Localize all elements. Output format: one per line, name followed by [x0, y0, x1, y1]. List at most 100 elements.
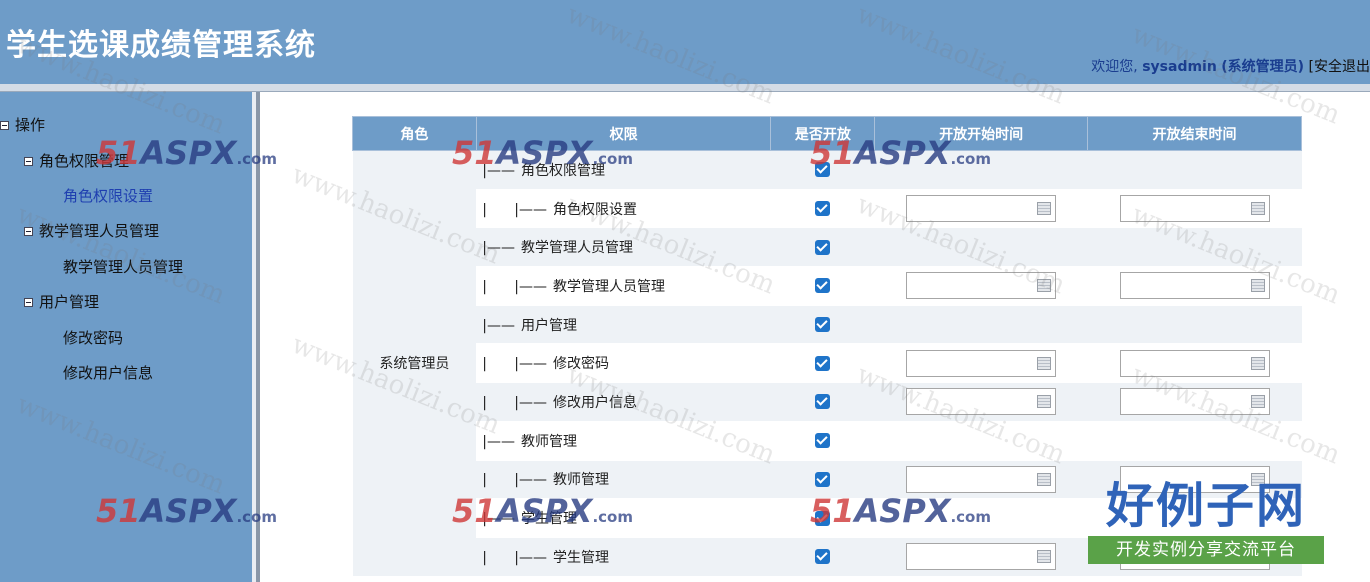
- tree-pipe: |: [482, 201, 487, 218]
- app-title: 学生选课成绩管理系统: [6, 28, 316, 63]
- start-date-input[interactable]: [906, 388, 1057, 416]
- calendar-icon[interactable]: [1250, 202, 1265, 216]
- calendar-icon[interactable]: [1250, 279, 1265, 293]
- calendar-icon[interactable]: [1037, 356, 1052, 370]
- end-time-cell: [1087, 460, 1302, 500]
- end-time-cell: [1087, 421, 1302, 461]
- grid-header-row: 角色 权限 是否开放 开放开始时间 开放结束时间: [352, 116, 1302, 151]
- start-time-cell: [874, 382, 1088, 422]
- start-date-input[interactable]: [906, 465, 1057, 493]
- end-time-cell: [1087, 343, 1302, 384]
- tree-group-label: 用户管理: [39, 293, 100, 311]
- sidebar-item-edit-user-info[interactable]: 修改用户信息: [63, 362, 153, 383]
- tree-pipe: |: [482, 549, 487, 566]
- end-time-cell: [1087, 498, 1302, 538]
- enabled-cell: [770, 460, 875, 500]
- permission-cell: | |—— 学生管理: [476, 537, 771, 577]
- calendar-icon[interactable]: [1250, 356, 1265, 370]
- tree-group-user-management[interactable]: 用户管理: [24, 291, 99, 312]
- start-time-cell: [874, 343, 1088, 384]
- column-header-permission: 权限: [475, 116, 772, 151]
- start-time-cell: [874, 498, 1088, 538]
- permission-cell: |—— 角色权限管理: [476, 150, 771, 190]
- calendar-icon[interactable]: [1250, 472, 1265, 486]
- end-date-input[interactable]: [1119, 349, 1270, 377]
- start-date-input[interactable]: [906, 195, 1057, 223]
- table-row: | |—— 学生管理: [353, 537, 1302, 577]
- tree-connector: |——: [514, 201, 547, 218]
- end-date-input[interactable]: [1119, 388, 1270, 416]
- enabled-cell: [770, 189, 875, 229]
- end-date-input[interactable]: [1119, 543, 1270, 571]
- collapse-icon[interactable]: [24, 298, 33, 307]
- end-time-cell: [1087, 305, 1302, 345]
- enabled-checkbox[interactable]: [815, 510, 831, 526]
- enabled-checkbox[interactable]: [815, 471, 831, 487]
- start-date-input[interactable]: [906, 543, 1057, 571]
- enabled-checkbox[interactable]: [815, 549, 831, 565]
- calendar-icon[interactable]: [1037, 550, 1052, 564]
- permission-label: 教学管理人员管理: [552, 278, 665, 295]
- tree-connector: |——: [482, 317, 515, 334]
- tree-root-operations[interactable]: 操作: [0, 114, 45, 135]
- welcome-prefix: 欢迎您,: [1091, 59, 1138, 75]
- calendar-icon[interactable]: [1037, 472, 1052, 486]
- permission-cell: |—— 学生管理: [476, 498, 771, 538]
- enabled-cell: [770, 421, 875, 461]
- start-date-input[interactable]: [906, 349, 1057, 377]
- calendar-icon[interactable]: [1037, 279, 1052, 293]
- enabled-checkbox[interactable]: [815, 278, 831, 294]
- end-time-cell: [1087, 266, 1302, 306]
- table-row: | |—— 修改密码: [353, 343, 1302, 384]
- permission-label: 教师管理: [520, 433, 577, 450]
- enabled-checkbox[interactable]: [815, 433, 831, 449]
- permission-cell: | |—— 教师管理: [476, 460, 771, 500]
- tree-connector: |——: [514, 472, 547, 489]
- tree-connector: |——: [514, 356, 547, 373]
- tree-connector: |——: [482, 433, 515, 450]
- sidebar-item-teaching-staff-management[interactable]: 教学管理人员管理: [63, 256, 183, 277]
- permission-label: 角色权限设置: [552, 201, 637, 218]
- permission-cell: | |—— 角色权限设置: [476, 189, 771, 229]
- username: sysadmin: [1142, 59, 1217, 75]
- enabled-checkbox[interactable]: [815, 394, 831, 410]
- collapse-icon[interactable]: [24, 227, 33, 236]
- sidebar-item-role-permission-settings[interactable]: 角色权限设置: [63, 185, 153, 206]
- tree-group-role-permissions[interactable]: 角色权限管理: [24, 150, 129, 171]
- permission-label: 角色权限管理: [520, 162, 605, 179]
- table-row: |—— 教师管理: [353, 421, 1302, 461]
- sidebar-item-change-password[interactable]: 修改密码: [63, 327, 123, 348]
- permission-label: 学生管理: [552, 549, 609, 566]
- tree-group-teaching-staff[interactable]: 教学管理人员管理: [24, 220, 159, 241]
- enabled-checkbox[interactable]: [815, 201, 831, 217]
- calendar-icon[interactable]: [1250, 395, 1265, 409]
- end-date-input[interactable]: [1119, 195, 1270, 223]
- tree-connector: |——: [514, 394, 547, 411]
- collapse-icon[interactable]: [24, 157, 33, 166]
- column-header-start-time: 开放开始时间: [874, 116, 1089, 151]
- tree-pipe: |: [482, 356, 487, 373]
- end-time-cell: [1087, 189, 1302, 229]
- start-time-cell: [874, 266, 1088, 306]
- start-time-cell: [874, 150, 1088, 190]
- calendar-icon[interactable]: [1037, 202, 1052, 216]
- calendar-icon[interactable]: [1037, 395, 1052, 409]
- permission-label: 教学管理人员管理: [520, 240, 633, 257]
- end-date-input[interactable]: [1119, 465, 1270, 493]
- header-bar: 学生选课成绩管理系统 欢迎您, sysadmin (系统管理员) [安全退出: [0, 0, 1370, 84]
- enabled-checkbox[interactable]: [815, 317, 831, 333]
- tree-connector: |——: [482, 162, 515, 179]
- enabled-cell: [770, 266, 875, 306]
- collapse-icon[interactable]: [0, 121, 9, 130]
- enabled-checkbox[interactable]: [815, 239, 831, 255]
- enabled-cell: [770, 150, 875, 190]
- calendar-icon[interactable]: [1250, 550, 1265, 564]
- column-header-enabled: 是否开放: [770, 116, 876, 151]
- start-date-input[interactable]: [906, 272, 1057, 300]
- enabled-cell: [770, 382, 875, 422]
- end-date-input[interactable]: [1119, 272, 1270, 300]
- tree-root-label: 操作: [15, 116, 46, 134]
- enabled-checkbox[interactable]: [815, 162, 831, 178]
- logout-link[interactable]: [安全退出: [1309, 59, 1370, 75]
- enabled-checkbox[interactable]: [815, 355, 831, 371]
